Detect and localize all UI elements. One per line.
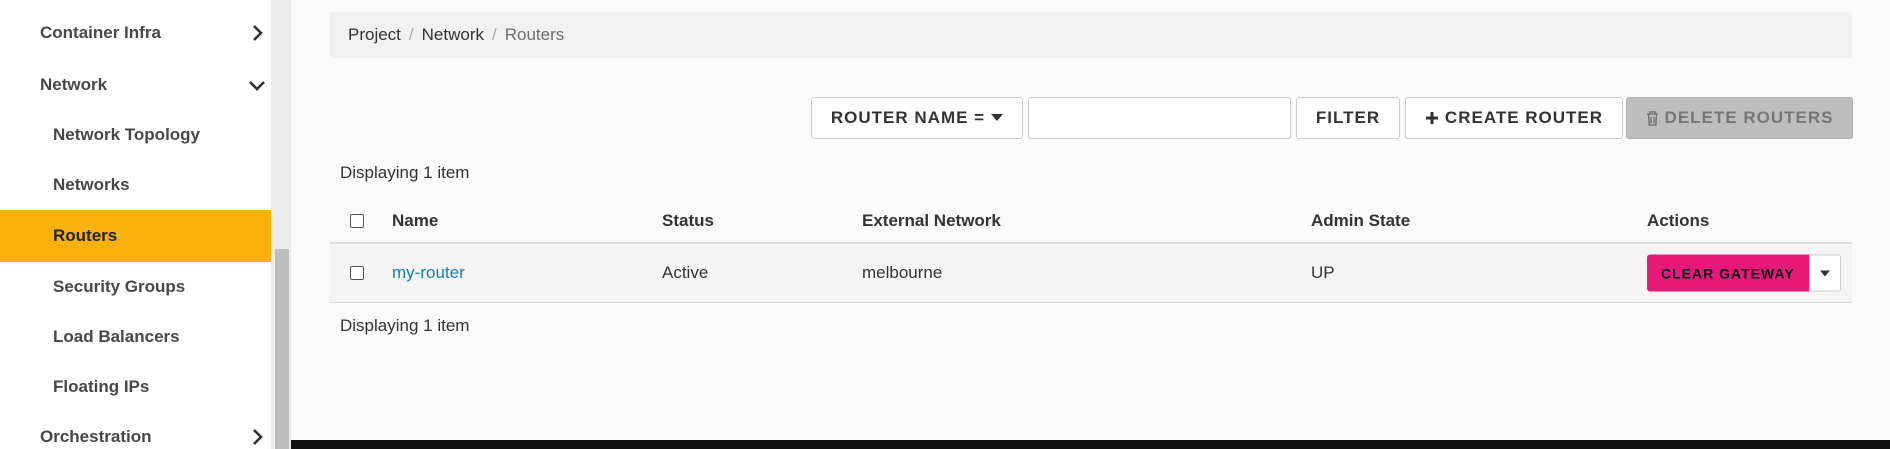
sidebar-scrollbar-thumb[interactable]	[275, 249, 289, 449]
main-content: Project / Network / Routers ROUTER NAME …	[291, 0, 1890, 449]
sidebar-item-network[interactable]: Network	[0, 60, 271, 110]
sidebar-item-label: Orchestration	[40, 427, 152, 446]
column-header-admin-state[interactable]: Admin State	[1311, 211, 1410, 231]
sidebar-item-orchestration[interactable]: Orchestration	[0, 412, 271, 449]
filter-input[interactable]	[1028, 97, 1291, 139]
row-checkbox[interactable]	[350, 266, 364, 280]
select-all-checkbox[interactable]	[350, 214, 364, 228]
router-status: Active	[662, 263, 709, 282]
sidebar-item-label: Load Balancers	[53, 327, 180, 346]
caret-down-icon	[991, 114, 1004, 121]
chevron-right-icon	[253, 25, 263, 41]
sidebar-item-label: Floating IPs	[53, 377, 150, 396]
breadcrumb-separator: /	[492, 25, 497, 44]
sidebar-item-security-groups[interactable]: Security Groups	[0, 262, 271, 312]
caret-down-icon	[1819, 270, 1830, 276]
column-header-status[interactable]: Status	[662, 211, 714, 231]
sidebar-item-networks[interactable]: Networks	[0, 160, 271, 210]
item-count-bottom: Displaying 1 item	[340, 316, 470, 335]
breadcrumb: Project / Network / Routers	[330, 12, 1852, 58]
breadcrumb-separator: /	[408, 25, 414, 44]
breadcrumb-routers: Routers	[504, 25, 565, 44]
sidebar-item-load-balancers[interactable]: Load Balancers	[0, 312, 271, 362]
item-count-top: Displaying 1 item	[340, 163, 470, 182]
plus-icon	[1425, 112, 1438, 124]
footer-bar	[291, 440, 1890, 449]
table-row: my-router Active melbourne UP CLEAR GATE…	[330, 244, 1852, 303]
breadcrumb-project[interactable]: Project	[348, 25, 401, 45]
sidebar-item-label: Network Topology	[53, 125, 201, 144]
breadcrumb-network[interactable]: Network	[422, 25, 484, 45]
chevron-right-icon	[253, 429, 263, 445]
table-header: Name Status External Network Admin State…	[330, 200, 1852, 244]
chevron-down-icon	[249, 81, 265, 91]
sidebar-item-label: Container Infra	[40, 23, 161, 42]
sidebar-item-label: Security Groups	[53, 277, 186, 296]
delete-routers-label: DELETE ROUTERS	[1664, 108, 1834, 127]
router-name-link[interactable]: my-router	[392, 263, 465, 283]
sidebar: Container Infra Network Network Topology…	[0, 0, 271, 449]
column-header-external-network[interactable]: External Network	[862, 211, 1001, 231]
sidebar-item-floating-ips[interactable]: Floating IPs	[0, 362, 271, 412]
sidebar-item-routers[interactable]: Routers	[0, 210, 271, 262]
create-router-button[interactable]: CREATE ROUTER	[1405, 97, 1623, 139]
filter-button[interactable]: FILTER	[1296, 97, 1400, 139]
filter-button-label: FILTER	[1315, 108, 1381, 127]
filter-field-label: ROUTER NAME =	[830, 108, 986, 127]
routers-table: Name Status External Network Admin State…	[330, 200, 1852, 303]
sidebar-item-label: Routers	[53, 226, 118, 245]
router-external-network: melbourne	[862, 263, 943, 282]
sidebar-item-label: Network	[40, 75, 108, 94]
clear-gateway-button[interactable]: CLEAR GATEWAY	[1647, 254, 1809, 292]
sidebar-item-label: Networks	[53, 175, 130, 194]
sidebar-item-container-infra[interactable]: Container Infra	[0, 8, 271, 58]
row-actions: CLEAR GATEWAY	[1647, 254, 1841, 292]
sidebar-item-network-topology[interactable]: Network Topology	[0, 110, 271, 160]
more-actions-dropdown[interactable]	[1808, 254, 1841, 292]
column-header-actions: Actions	[1647, 211, 1710, 230]
create-router-label: CREATE ROUTER	[1444, 108, 1604, 127]
column-header-name[interactable]: Name	[392, 211, 438, 231]
trash-icon	[1646, 110, 1658, 126]
router-admin-state: UP	[1311, 263, 1335, 282]
filter-field-dropdown[interactable]: ROUTER NAME =	[811, 97, 1023, 139]
delete-routers-button[interactable]: DELETE ROUTERS	[1626, 97, 1853, 139]
